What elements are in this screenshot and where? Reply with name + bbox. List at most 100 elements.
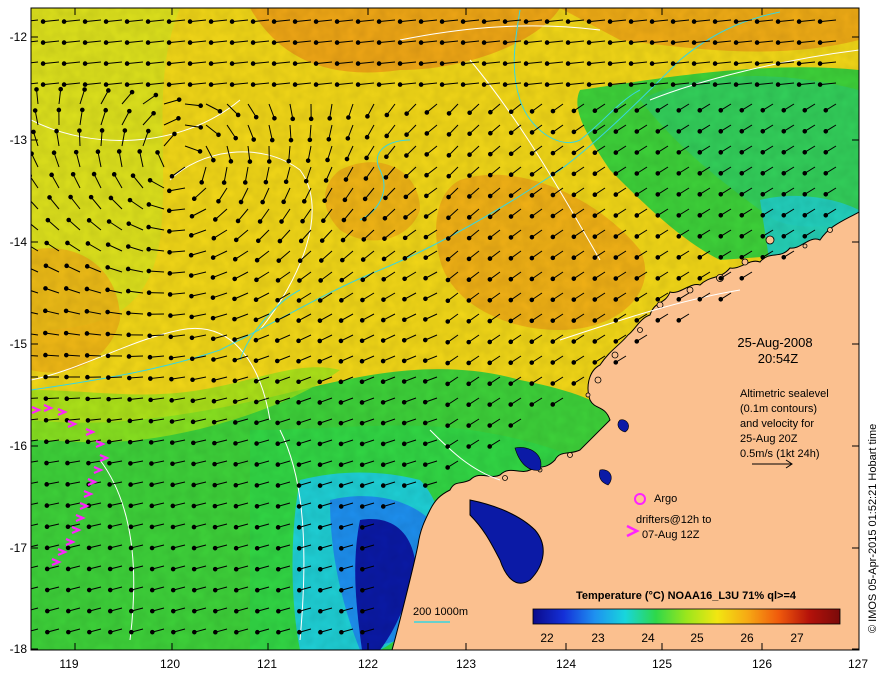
velocity-arrow-head bbox=[739, 191, 745, 197]
velocity-arrow-head bbox=[592, 360, 598, 365]
velocity-arrow-head bbox=[550, 192, 556, 198]
velocity-arrow-head bbox=[796, 82, 802, 87]
velocity-arrow-head bbox=[105, 309, 110, 315]
velocity-arrow-head bbox=[145, 19, 151, 24]
velocity-arrow-head bbox=[418, 19, 424, 24]
velocity-arrow-head bbox=[251, 137, 257, 142]
velocity-arrow-head bbox=[125, 266, 131, 272]
velocity-arrow-head bbox=[445, 298, 451, 304]
velocity-arrow-head bbox=[147, 177, 153, 183]
velocity-arrow-head bbox=[65, 482, 70, 487]
velocity-arrow-head bbox=[338, 483, 344, 488]
velocity-arrow-head bbox=[247, 159, 253, 164]
velocity-arrow-head bbox=[655, 234, 661, 239]
velocity-arrow-head bbox=[401, 399, 407, 405]
colorbar-title: Temperature (°C) NOAA16_L3U 71% ql>=4 bbox=[576, 590, 797, 602]
velocity-arrow-head bbox=[550, 171, 556, 177]
velocity-arrow-head bbox=[253, 337, 259, 343]
velocity-arrow-head bbox=[34, 87, 39, 92]
velocity-arrow-head bbox=[781, 212, 787, 218]
velocity-arrow-head bbox=[106, 375, 111, 380]
velocity-arrow-head bbox=[655, 318, 661, 323]
velocity-arrow-head bbox=[523, 61, 529, 66]
velocity-arrow-head bbox=[212, 461, 217, 467]
velocity-arrow-head bbox=[550, 360, 556, 365]
velocity-arrow-head bbox=[275, 278, 281, 283]
velocity-arrow-head bbox=[292, 19, 298, 24]
velocity-arrow-head bbox=[508, 423, 514, 428]
velocity-arrow-head bbox=[125, 288, 131, 294]
velocity-arrow-head bbox=[697, 150, 703, 155]
velocity-arrow-head bbox=[739, 275, 745, 281]
velocity-arrow-head bbox=[360, 587, 365, 593]
velocity-arrow-head bbox=[487, 193, 493, 199]
velocity-arrow-head bbox=[170, 482, 175, 488]
velocity-arrow-head bbox=[303, 178, 309, 184]
velocity-arrow-head bbox=[47, 195, 52, 200]
velocity-arrow-head bbox=[128, 461, 133, 466]
velocity-arrow-head bbox=[733, 40, 739, 45]
velocity-arrow-head bbox=[418, 61, 424, 66]
velocity-arrow-head bbox=[253, 378, 259, 384]
velocity-arrow-head bbox=[169, 419, 175, 424]
velocity-arrow-head bbox=[380, 379, 386, 384]
velocity-arrow-head bbox=[676, 150, 682, 155]
velocity-arrow-head bbox=[23, 264, 27, 268]
velocity-arrow-head bbox=[326, 136, 332, 142]
velocity-arrow-head bbox=[571, 150, 577, 156]
velocity-arrow-head bbox=[550, 255, 556, 261]
velocity-arrow-head bbox=[146, 268, 152, 274]
velocity-arrow-head bbox=[150, 629, 155, 635]
velocity-arrow-head bbox=[88, 194, 94, 200]
lon-tick-label: 119 bbox=[59, 657, 78, 671]
velocity-arrow-head bbox=[670, 61, 676, 66]
velocity-arrow-head bbox=[360, 297, 365, 303]
velocity-arrow-head bbox=[401, 441, 407, 447]
lon-tick-label: 120 bbox=[160, 657, 180, 671]
velocity-arrow-head bbox=[208, 61, 214, 66]
velocity-arrow-head bbox=[198, 103, 203, 109]
velocity-arrow-head bbox=[275, 297, 280, 303]
velocity-arrow-head bbox=[169, 398, 175, 403]
velocity-arrow-head bbox=[754, 19, 760, 24]
velocity-arrow-head bbox=[20, 20, 24, 24]
velocity-arrow-head bbox=[107, 524, 113, 530]
velocity-arrow-head bbox=[739, 233, 745, 239]
velocity-arrow-head bbox=[68, 194, 73, 200]
velocity-arrow-head bbox=[359, 338, 365, 344]
velocity-arrow-head bbox=[232, 399, 238, 404]
velocity-arrow-head bbox=[238, 199, 244, 205]
velocity-arrow-head bbox=[342, 197, 348, 203]
velocity-arrow-head bbox=[125, 244, 131, 249]
velocity-arrow-head bbox=[544, 61, 550, 66]
velocity-arrow-head bbox=[149, 608, 155, 614]
velocity-arrow-head bbox=[65, 524, 71, 530]
velocity-arrow-head bbox=[676, 108, 682, 113]
velocity-arrow-head bbox=[529, 213, 535, 219]
velocity-arrow-head bbox=[823, 107, 829, 113]
lat-tick-label: -15 bbox=[10, 337, 28, 351]
velocity-arrow-head bbox=[508, 360, 514, 366]
velocity-arrow-head bbox=[364, 134, 370, 140]
velocity-arrow-head bbox=[760, 149, 766, 155]
velocity-arrow-head bbox=[529, 339, 535, 345]
velocity-arrow-head bbox=[253, 114, 259, 120]
velocity-arrow-head bbox=[487, 277, 493, 282]
velocity-arrow-head bbox=[126, 221, 132, 226]
velocity-arrow-head bbox=[187, 40, 193, 45]
velocity-arrow-head bbox=[697, 255, 703, 260]
velocity-arrow-head bbox=[45, 608, 50, 614]
velocity-arrow-head bbox=[85, 374, 90, 380]
velocity-arrow-head bbox=[319, 258, 324, 263]
velocity-arrow-head bbox=[423, 296, 428, 302]
velocity-arrow-head bbox=[317, 420, 323, 426]
velocity-arrow-head bbox=[550, 213, 556, 219]
velocity-arrow-head bbox=[796, 19, 802, 24]
velocity-arrow-head bbox=[271, 19, 277, 24]
velocity-arrow-head bbox=[634, 339, 640, 344]
velocity-arrow-head bbox=[281, 199, 286, 205]
velocity-arrow-head bbox=[529, 381, 535, 386]
velocity-arrow-head bbox=[317, 546, 323, 551]
velocity-arrow-head bbox=[283, 179, 289, 185]
velocity-arrow-head bbox=[23, 375, 27, 379]
